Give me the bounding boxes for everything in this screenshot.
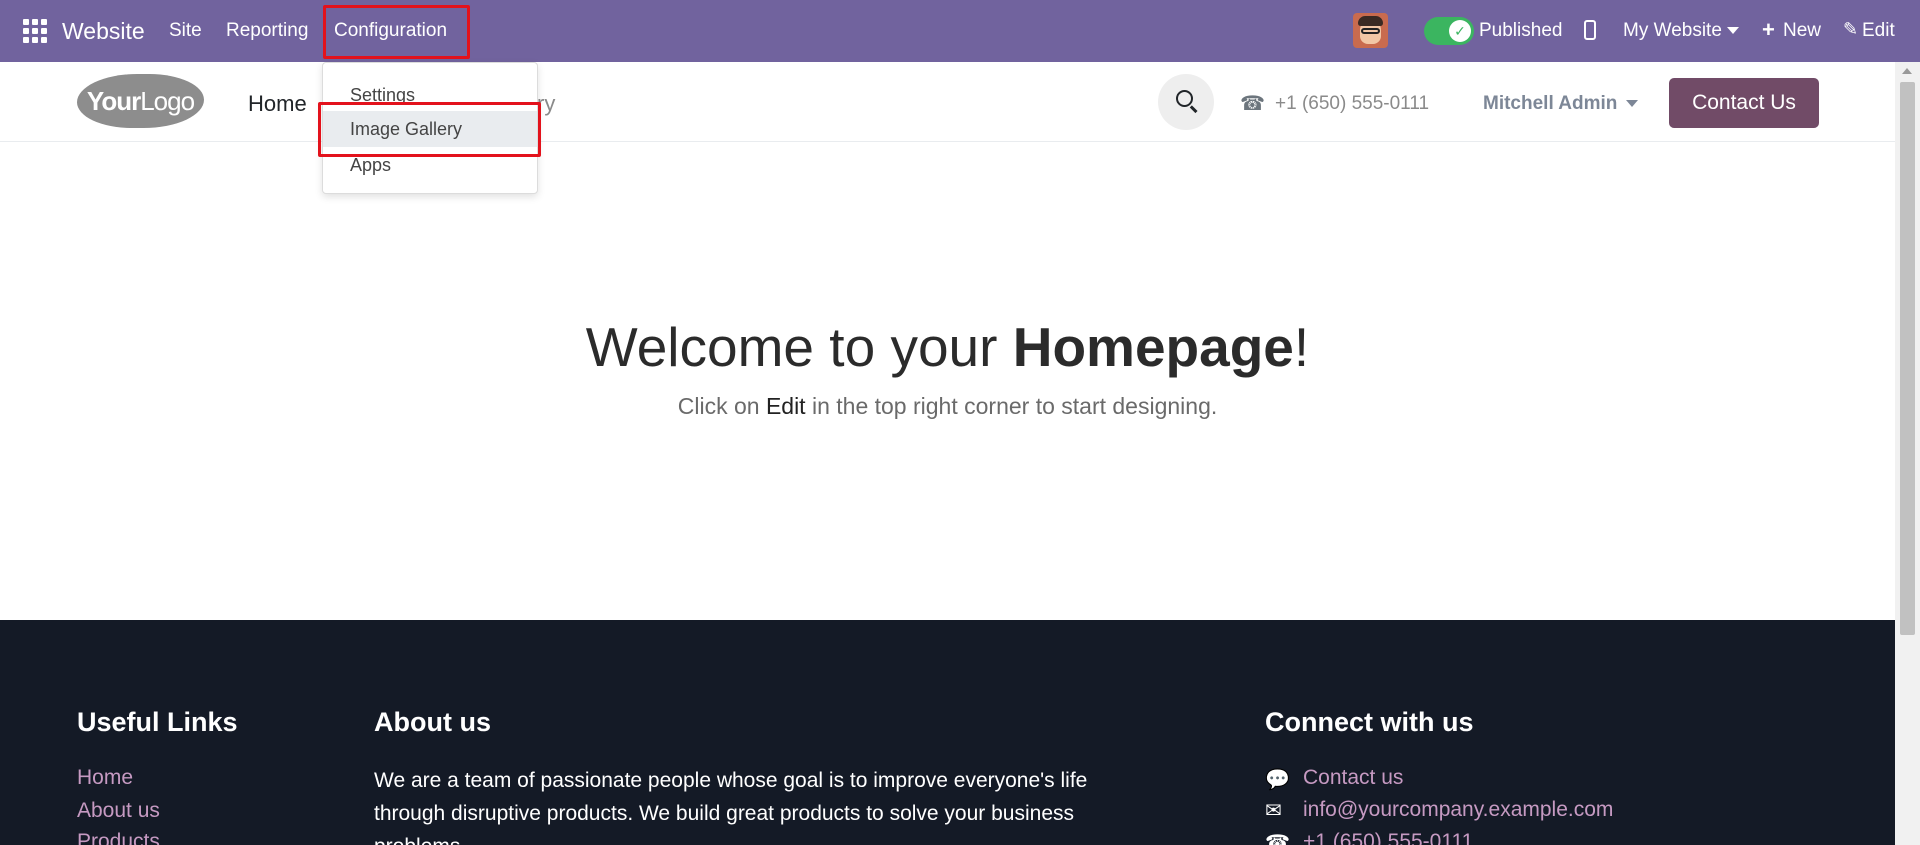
check-icon: ✓: [1449, 20, 1471, 42]
footer-link-about[interactable]: About us: [77, 799, 160, 823]
phone-icon: ☎: [1265, 832, 1290, 845]
user-avatar[interactable]: [1353, 13, 1388, 48]
envelope-icon: ✉: [1265, 800, 1282, 822]
new-button[interactable]: New: [1783, 20, 1821, 42]
admin-navbar: Website Site Reporting Configuration ✓ P…: [0, 0, 1920, 62]
site-header: YourLogo Home llery ☎ +1 (650) 555-0111 …: [0, 62, 1895, 142]
caret-down-icon: [1626, 100, 1639, 108]
edit-button[interactable]: Edit: [1862, 20, 1895, 42]
connect-heading: Connect with us: [1265, 707, 1474, 737]
site-footer: Useful Links About us Connect with us Ho…: [0, 620, 1895, 845]
scrollbar-thumb[interactable]: [1900, 82, 1915, 635]
contact-us-button[interactable]: Contact Us: [1669, 78, 1819, 128]
user-menu[interactable]: Mitchell Admin: [1483, 93, 1639, 115]
website-switcher-label: My Website: [1623, 20, 1722, 41]
welcome-subtitle: Click on Edit in the top right corner to…: [677, 393, 1218, 419]
menu-reporting[interactable]: Reporting: [226, 20, 308, 42]
search-icon: [1176, 90, 1193, 107]
mobile-preview-icon[interactable]: [1584, 20, 1596, 40]
highlight-box-image-gallery: [318, 102, 541, 157]
about-us-heading: About us: [374, 707, 491, 737]
published-label: Published: [1479, 20, 1563, 41]
plus-icon[interactable]: +: [1762, 19, 1775, 41]
menu-site[interactable]: Site: [169, 20, 202, 42]
footer-link-products[interactable]: Products: [77, 830, 160, 845]
footer-email-link[interactable]: info@yourcompany.example.com: [1303, 798, 1613, 822]
nav-home[interactable]: Home: [248, 91, 307, 117]
caret-down-icon: [1726, 27, 1739, 35]
pencil-icon[interactable]: ✎: [1843, 19, 1858, 40]
search-button[interactable]: [1158, 74, 1214, 130]
footer-phone-link[interactable]: +1 (650) 555-0111: [1303, 830, 1473, 845]
site-logo[interactable]: Your Logo: [77, 74, 204, 128]
header-phone[interactable]: +1 (650) 555-0111: [1275, 93, 1429, 115]
useful-links-heading: Useful Links: [77, 707, 238, 737]
app-name[interactable]: Website: [62, 18, 145, 45]
about-us-text: We are a team of passionate people whose…: [374, 769, 1088, 845]
footer-link-home[interactable]: Home: [77, 766, 133, 790]
user-name: Mitchell Admin: [1483, 93, 1618, 114]
footer-contact-link[interactable]: Contact us: [1303, 766, 1403, 790]
page-scrollbar[interactable]: [1895, 62, 1920, 845]
highlight-box-configuration: [323, 5, 470, 59]
phone-icon: ☎: [1240, 93, 1265, 115]
website-switcher[interactable]: My Website: [1623, 20, 1739, 42]
apps-menu-icon[interactable]: [23, 19, 47, 43]
scroll-up-arrow-icon[interactable]: [1902, 68, 1912, 74]
chat-icon: 💬: [1265, 769, 1290, 791]
welcome-heading: Welcome to your Homepage!: [585, 316, 1310, 378]
published-toggle[interactable]: ✓: [1424, 17, 1474, 45]
